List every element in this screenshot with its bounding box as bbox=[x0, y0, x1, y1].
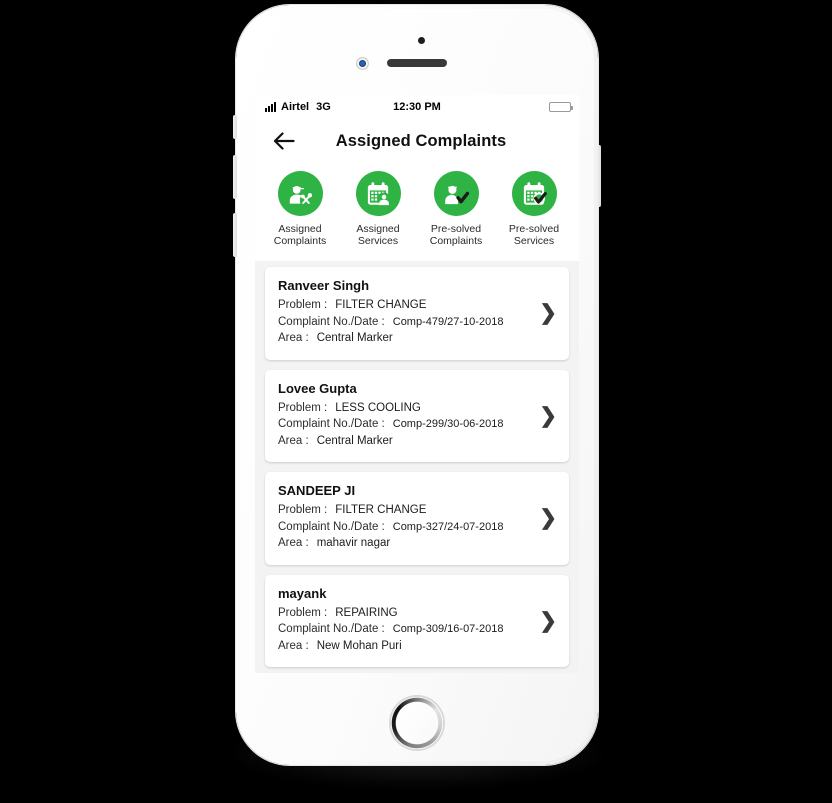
volume-down-button[interactable] bbox=[233, 213, 237, 257]
area-row: Area : New Mohan Puri bbox=[278, 640, 557, 652]
chevron-right-icon[interactable]: ❯ bbox=[539, 610, 557, 631]
customer-name: Ranveer Singh bbox=[278, 278, 370, 293]
worker-check-icon bbox=[433, 171, 479, 216]
home-button-ring bbox=[391, 697, 443, 749]
area-label: Area : bbox=[278, 434, 309, 447]
calendar-check-icon bbox=[511, 171, 557, 216]
area-row: Area : Central Marker bbox=[278, 332, 557, 344]
problem-row: Problem : REPAIRING bbox=[278, 607, 557, 619]
shortcut-row: Assigned Complaints Assigned Services Pr… bbox=[255, 163, 579, 261]
shortcut-assigned-services[interactable]: Assigned Services bbox=[339, 171, 417, 247]
problem-value: REPAIRING bbox=[335, 606, 398, 619]
complaint-no-value: Comp-479/27-10-2018 bbox=[392, 315, 504, 328]
proximity-sensor-icon bbox=[418, 37, 425, 44]
complaint-card[interactable]: SANDEEP JI Problem : FILTER CHANGE Compl… bbox=[265, 472, 569, 565]
complaint-no-label: Complaint No./Date : bbox=[278, 418, 385, 430]
chevron-right-icon[interactable]: ❯ bbox=[539, 303, 557, 324]
complaint-no-label: Complaint No./Date : bbox=[278, 315, 385, 328]
phone-screen: Airtel 3G 12:30 PM Assigned Complaints A… bbox=[255, 95, 579, 673]
problem-label: Problem : bbox=[278, 401, 328, 414]
problem-row: Problem : FILTER CHANGE bbox=[278, 504, 557, 516]
complaint-no-row: Complaint No./Date : Comp-299/30-06-2018 bbox=[278, 418, 557, 430]
problem-row: Problem : LESS COOLING bbox=[278, 402, 557, 414]
complaint-no-row: Complaint No./Date : Comp-479/27-10-2018 bbox=[278, 316, 557, 328]
shortcut-label: Pre-solved Complaints bbox=[429, 223, 483, 247]
shortcut-assigned-complaints[interactable]: Assigned Complaints bbox=[261, 171, 339, 247]
worker-tools-icon bbox=[277, 171, 323, 216]
area-value: New Mohan Puri bbox=[316, 639, 402, 652]
problem-label: Problem : bbox=[278, 606, 328, 619]
shortcut-label: Pre-solved Services bbox=[508, 223, 560, 247]
status-bar: Airtel 3G 12:30 PM bbox=[255, 95, 579, 119]
clock-label: 12:30 PM bbox=[393, 101, 441, 113]
complaint-no-value: Comp-327/24-07-2018 bbox=[392, 520, 504, 533]
area-row: Area : mahavir nagar bbox=[278, 537, 557, 549]
home-button[interactable] bbox=[391, 697, 443, 749]
phone-device: Airtel 3G 12:30 PM Assigned Complaints A… bbox=[233, 5, 601, 765]
complaint-no-row: Complaint No./Date : Comp-309/16-07-2018 bbox=[278, 623, 557, 635]
silent-switch-button[interactable] bbox=[233, 115, 237, 139]
app-header: Assigned Complaints bbox=[255, 119, 579, 163]
back-arrow-icon[interactable] bbox=[271, 128, 297, 154]
complaint-no-value: Comp-309/16-07-2018 bbox=[392, 623, 504, 635]
problem-label: Problem : bbox=[278, 504, 328, 516]
customer-name: SANDEEP JI bbox=[278, 483, 356, 498]
problem-value: LESS COOLING bbox=[335, 401, 421, 414]
problem-value: FILTER CHANGE bbox=[335, 299, 427, 311]
problem-value: FILTER CHANGE bbox=[335, 504, 427, 516]
front-camera-icon bbox=[357, 58, 368, 69]
customer-name: mayank bbox=[278, 585, 327, 601]
complaint-list: Ranveer Singh Problem : FILTER CHANGE Co… bbox=[255, 261, 579, 673]
chevron-right-icon[interactable]: ❯ bbox=[539, 405, 557, 426]
earpiece-speaker-icon bbox=[387, 59, 447, 67]
page-title: Assigned Complaints bbox=[335, 131, 507, 150]
power-button[interactable] bbox=[597, 145, 601, 207]
shortcut-presolved-services[interactable]: Pre-solved Services bbox=[495, 171, 573, 247]
complaint-card[interactable]: Ranveer Singh Problem : FILTER CHANGE Co… bbox=[265, 267, 569, 360]
area-label: Area : bbox=[278, 537, 309, 549]
status-bar-right bbox=[549, 102, 573, 112]
problem-row: Problem : FILTER CHANGE bbox=[278, 299, 557, 311]
shortcut-presolved-complaints[interactable]: Pre-solved Complaints bbox=[417, 171, 495, 247]
complaint-no-label: Complaint No./Date : bbox=[278, 623, 385, 635]
volume-up-button[interactable] bbox=[233, 155, 237, 199]
complaint-no-label: Complaint No./Date : bbox=[278, 520, 385, 533]
customer-name: Lovee Gupta bbox=[278, 380, 357, 396]
complaint-no-row: Complaint No./Date : Comp-327/24-07-2018 bbox=[278, 521, 557, 533]
screenshot-canvas: Airtel 3G 12:30 PM Assigned Complaints A… bbox=[0, 0, 832, 803]
area-row: Area : Central Marker bbox=[278, 435, 557, 447]
battery-icon bbox=[549, 102, 573, 112]
area-value: Central Marker bbox=[316, 434, 393, 447]
complaint-card[interactable]: mayank Problem : REPAIRING Complaint No.… bbox=[265, 574, 569, 667]
complaint-no-value: Comp-299/30-06-2018 bbox=[392, 418, 504, 430]
complaint-card[interactable]: Lovee Gupta Problem : LESS COOLING Compl… bbox=[265, 369, 569, 462]
calendar-person-icon bbox=[355, 171, 401, 216]
shortcut-label: Assigned Complaints bbox=[273, 223, 327, 247]
area-label: Area : bbox=[278, 639, 309, 652]
problem-label: Problem : bbox=[278, 299, 328, 311]
area-label: Area : bbox=[278, 332, 309, 344]
area-value: mahavir nagar bbox=[316, 537, 391, 549]
chevron-right-icon[interactable]: ❯ bbox=[539, 508, 557, 529]
shortcut-label: Assigned Services bbox=[356, 223, 400, 247]
area-value: Central Marker bbox=[316, 332, 393, 344]
